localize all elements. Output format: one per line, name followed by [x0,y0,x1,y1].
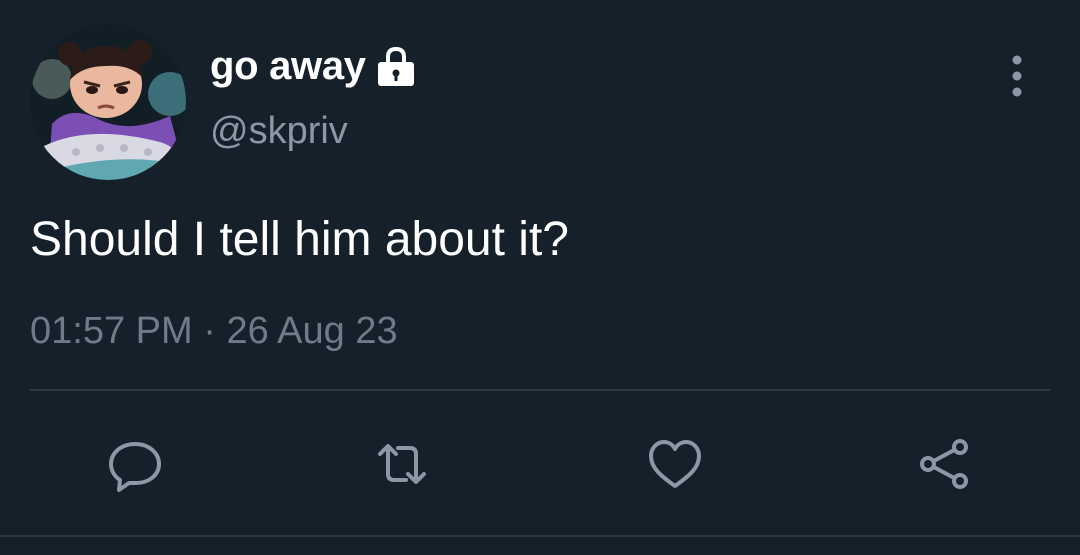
tweet-time: 01:57 PM [30,310,193,352]
more-vertical-icon[interactable] [1000,52,1034,100]
reply-icon [109,442,161,492]
tweet-date: 26 Aug 23 [226,310,398,352]
reply-button[interactable] [103,432,167,496]
display-name[interactable]: go away [210,46,366,86]
user-handle[interactable]: @skpriv [210,112,348,150]
retweet-button[interactable] [370,432,434,496]
divider [30,389,1050,391]
retweet-icon [378,444,426,484]
author-name-row: go away [210,44,418,88]
tweet-text: Should I tell him about it? [30,213,569,266]
tweet-timestamp[interactable]: 01:57 PM · 26 Aug 23 [30,312,398,350]
timestamp-separator: · [203,310,216,352]
lock-icon [374,44,418,88]
like-button[interactable] [643,432,707,496]
bottom-divider [0,535,1080,537]
share-icon [920,439,968,489]
tweet-detail: go away @skpriv Should I tell him about … [0,0,1080,555]
avatar[interactable] [30,24,186,180]
heart-icon [649,440,701,488]
share-button[interactable] [912,432,976,496]
